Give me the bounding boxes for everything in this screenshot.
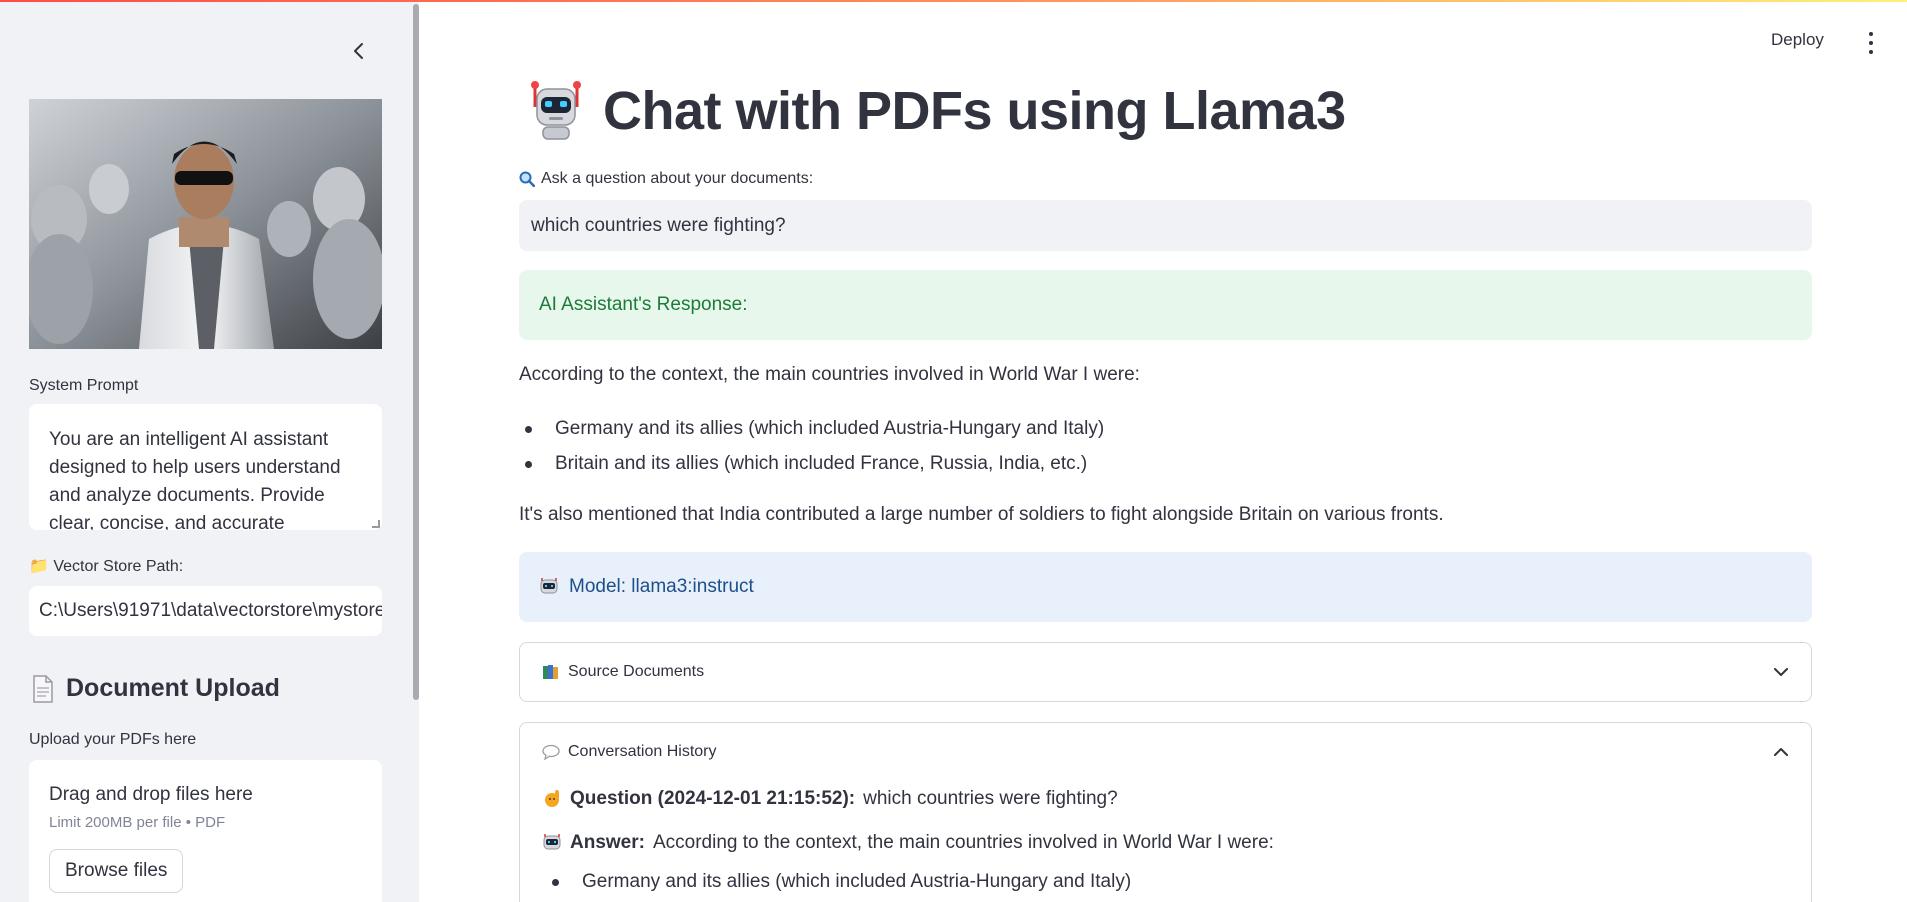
list-item: Germany and its allies (which included A…	[546, 869, 1789, 902]
source-documents-expander[interactable]: Source Documents	[519, 642, 1812, 702]
speech-bubble-icon	[542, 744, 560, 760]
raising-hand-icon	[545, 790, 559, 807]
history-answer-prefix: Answer:	[570, 832, 645, 853]
sidebar: System Prompt You are an intelligent AI …	[0, 0, 419, 902]
model-info-alert: Model: llama3:instruct	[519, 552, 1812, 622]
model-text: Model: llama3:instruct	[569, 576, 754, 597]
robot-icon	[540, 578, 558, 594]
response-success-alert: AI Assistant's Response:	[519, 270, 1812, 340]
chevron-down-icon	[1774, 668, 1788, 676]
question-input[interactable]: which countries were fighting?	[519, 200, 1812, 251]
history-question-prefix: Question (2024-12-01 21:15:52):	[570, 788, 856, 809]
history-question-text: which countries were fighting?	[863, 788, 1118, 809]
question-label: Ask a question about your documents:	[541, 170, 814, 187]
resize-handle-icon[interactable]	[372, 520, 380, 528]
top-decoration-bar	[0, 0, 1907, 2]
kebab-menu-icon[interactable]	[1864, 32, 1878, 54]
main-content: Chat with PDFs using Llama3 Ask a questi…	[519, 0, 1812, 902]
chevron-left-icon	[354, 43, 363, 59]
robot-crowd-illustration	[29, 99, 382, 349]
browse-files-button[interactable]: Browse files	[49, 849, 184, 893]
history-answer: Answer: According to the context, the ma…	[542, 817, 1789, 869]
robot-icon	[543, 834, 561, 850]
upload-label: Upload your PDFs here	[29, 731, 197, 748]
conversation-history-header[interactable]: Conversation History	[520, 723, 1811, 781]
document-upload-heading: Document Upload	[32, 674, 280, 703]
page-title-row: Chat with PDFs using Llama3	[527, 80, 1346, 142]
system-prompt-text: You are an intelligent AI assistant desi…	[49, 429, 341, 530]
robot-icon	[531, 81, 581, 140]
system-prompt-textarea[interactable]: You are an intelligent AI assistant desi…	[29, 404, 382, 530]
magnifying-glass-icon	[519, 171, 535, 187]
collapse-sidebar-button[interactable]	[344, 36, 374, 66]
list-item: Germany and its allies (which included A…	[519, 416, 1104, 451]
chevron-up-icon	[1774, 748, 1788, 756]
file-dropzone[interactable]: Drag and drop files here Limit 200MB per…	[29, 760, 382, 902]
dropzone-title: Drag and drop files here	[49, 784, 253, 805]
sidebar-image	[29, 99, 382, 349]
source-documents-label: Source Documents	[568, 663, 705, 680]
document-icon	[33, 674, 53, 703]
question-label-row: Ask a question about your documents:	[519, 170, 813, 188]
history-answer-text: According to the context, the main count…	[652, 832, 1274, 853]
document-upload-title: Document Upload	[66, 674, 280, 702]
dropzone-limit: Limit 200MB per file • PDF	[49, 814, 226, 831]
conversation-history-expander[interactable]: Conversation History Question (2024-12-0…	[519, 722, 1812, 902]
conversation-history-label: Conversation History	[568, 743, 717, 760]
books-icon	[543, 665, 558, 679]
vector-store-label: 📁 Vector Store Path:	[29, 558, 184, 575]
vector-store-path-input[interactable]: C:\Users\91971\data\vectorstore\mystore	[29, 586, 382, 636]
page-title: Chat with PDFs using Llama3	[603, 81, 1346, 141]
history-question: Question (2024-12-01 21:15:52): which co…	[542, 781, 1789, 817]
sidebar-scrollbar[interactable]	[413, 4, 419, 700]
conversation-history-body: Question (2024-12-01 21:15:52): which co…	[520, 781, 1811, 902]
history-bullet-list: Germany and its allies (which included A…	[542, 869, 1789, 902]
list-item: Britain and its allies (which included F…	[519, 451, 1104, 486]
response-outro: It's also mentioned that India contribut…	[519, 504, 1444, 525]
response-bullet-list: Germany and its allies (which included A…	[519, 416, 1104, 486]
response-intro: According to the context, the main count…	[519, 364, 1140, 385]
source-documents-header[interactable]: Source Documents	[520, 643, 1811, 701]
system-prompt-label: System Prompt	[29, 377, 139, 394]
